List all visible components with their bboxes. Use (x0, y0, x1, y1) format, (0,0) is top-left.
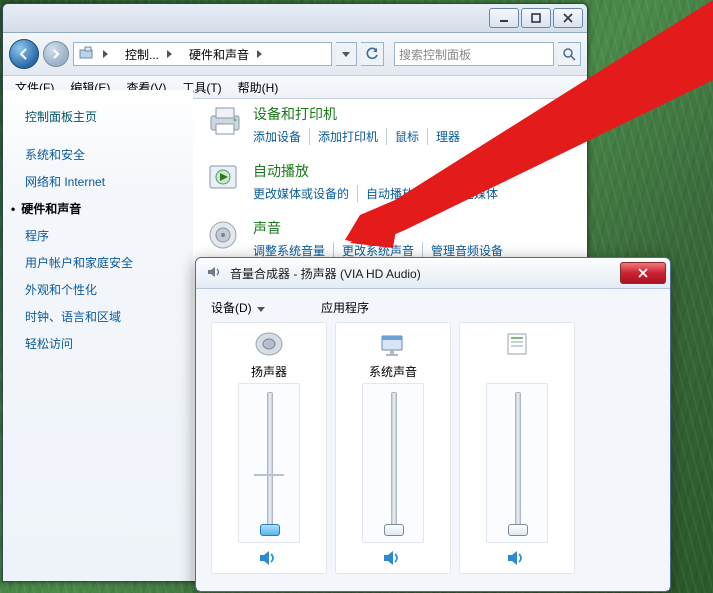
link[interactable]: 自动播放 CD 或其他媒体 (357, 185, 506, 202)
category-title[interactable]: 设备和打印机 (253, 104, 468, 124)
address-bar: 控制... 硬件和声音 搜索控制面板 (3, 33, 587, 76)
titlebar (3, 4, 587, 33)
device-speaker-icon[interactable] (251, 329, 287, 359)
sidebar-item[interactable]: 时钟、语言和区域 (25, 303, 193, 330)
volume-slider[interactable] (362, 383, 424, 543)
search-button[interactable] (558, 42, 581, 66)
breadcrumb-item[interactable]: 硬件和声音 (184, 46, 254, 63)
volume-slider[interactable] (238, 383, 300, 543)
sidebar-item[interactable]: 系统和安全 (25, 141, 193, 168)
sidebar-home[interactable]: 控制面板主页 (25, 108, 193, 125)
volume-icon (206, 264, 224, 282)
sidebar-item[interactable]: 用户帐户和家庭安全 (25, 249, 193, 276)
chevron-right-icon (254, 50, 274, 58)
sidebar-item[interactable]: 网络和 Internet (25, 168, 193, 195)
strip-label: 系统声音 (369, 363, 417, 377)
category-sound: 声音 调整系统音量 更改系统声音 管理音频设备 (203, 218, 577, 259)
category-links: 更改媒体或设备的 自动播放 CD 或其他媒体 (253, 185, 506, 202)
search-input[interactable]: 搜索控制面板 (394, 42, 554, 66)
link[interactable]: 更改媒体或设备的 (253, 185, 357, 202)
sidebar-item[interactable]: 轻松访问 (25, 330, 193, 357)
app-icon[interactable] (499, 329, 535, 359)
back-button[interactable] (9, 39, 39, 69)
mixer-titlebar: 音量合成器 - 扬声器 (VIA HD Audio) (196, 258, 670, 289)
forward-button[interactable] (43, 41, 69, 67)
mute-button[interactable] (382, 549, 404, 569)
mute-button[interactable] (506, 549, 528, 569)
close-button[interactable] (553, 8, 583, 28)
mixer-strip-app (459, 322, 575, 574)
autoplay-icon (203, 161, 247, 197)
mixer-title: 音量合成器 - 扬声器 (VIA HD Audio) (230, 265, 620, 282)
volume-mixer-window: 音量合成器 - 扬声器 (VIA HD Audio) 设备(D) 应用程序 扬声… (195, 257, 671, 592)
category-links: 添加设备 添加打印机 鼠标 理器 (253, 128, 468, 145)
link[interactable]: 鼠标 (386, 128, 427, 145)
mute-button[interactable] (258, 549, 280, 569)
device-header: 设备(D) (211, 299, 321, 316)
minimize-button[interactable] (489, 8, 519, 28)
apps-header: 应用程序 (321, 299, 369, 316)
speaker-icon (203, 218, 247, 254)
refresh-button[interactable] (361, 42, 384, 66)
sidebar-item[interactable]: 外观和个性化 (25, 276, 193, 303)
mixer-body: 设备(D) 应用程序 扬声器 (197, 289, 669, 590)
strip-label: 扬声器 (251, 363, 287, 377)
link[interactable]: 理器 (427, 128, 468, 145)
breadcrumb-item[interactable]: 控制... (120, 46, 164, 63)
category-autoplay: 自动播放 更改媒体或设备的 自动播放 CD 或其他媒体 (203, 161, 577, 202)
category-title[interactable]: 自动播放 (253, 161, 506, 181)
mixer-close-button[interactable] (620, 262, 666, 284)
breadcrumb-root-icon (74, 46, 100, 63)
sidebar-item[interactable]: 程序 (25, 222, 193, 249)
chevron-right-icon (100, 50, 120, 58)
system-sounds-icon[interactable] (375, 329, 411, 359)
mixer-strip-device: 扬声器 (211, 322, 327, 574)
sidebar-item-current[interactable]: 硬件和声音 (25, 195, 193, 222)
breadcrumb-dropdown[interactable] (336, 42, 357, 66)
mixer-strip-system-sounds: 系统声音 (335, 322, 451, 574)
sidebar-list: 系统和安全 网络和 Internet 硬件和声音 程序 用户帐户和家庭安全 外观… (25, 141, 193, 357)
link[interactable]: 添加设备 (253, 128, 309, 145)
sidebar: 控制面板主页 系统和安全 网络和 Internet 硬件和声音 程序 用户帐户和… (3, 90, 193, 581)
link[interactable]: 添加打印机 (309, 128, 386, 145)
printer-icon (203, 104, 247, 140)
maximize-button[interactable] (521, 8, 551, 28)
category-title[interactable]: 声音 (253, 218, 511, 238)
breadcrumb[interactable]: 控制... 硬件和声音 (73, 42, 332, 66)
category-devices: 设备和打印机 添加设备 添加打印机 鼠标 理器 (203, 104, 577, 145)
volume-slider[interactable] (486, 383, 548, 543)
strip-row: 扬声器 系统声音 (211, 322, 655, 574)
chevron-right-icon (164, 50, 184, 58)
section-headers: 设备(D) 应用程序 (211, 299, 655, 316)
